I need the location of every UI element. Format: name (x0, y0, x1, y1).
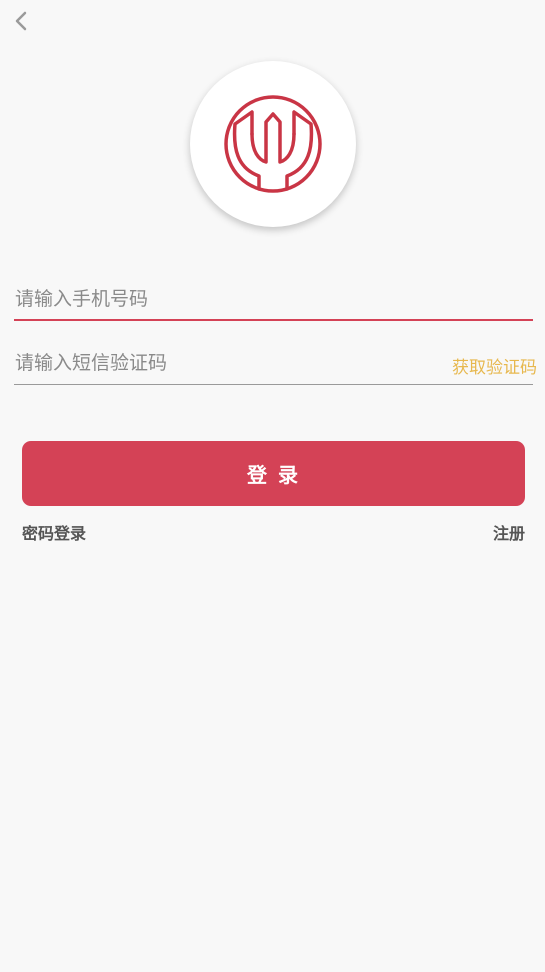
back-button[interactable] (6, 6, 36, 36)
phone-input[interactable] (14, 281, 435, 317)
tulip-fork-logo (224, 95, 322, 193)
sms-code-input[interactable] (14, 345, 435, 381)
app-logo (190, 61, 356, 227)
password-login-link[interactable]: 密码登录 (22, 520, 86, 544)
code-field-group: 获取验证码 (14, 345, 537, 385)
login-button[interactable]: 登 录 (22, 441, 525, 506)
chevron-left-icon (15, 11, 27, 31)
phone-underline (14, 319, 533, 321)
phone-field-group (14, 281, 533, 321)
get-code-button[interactable]: 获取验证码 (452, 353, 537, 378)
code-underline (14, 383, 533, 385)
register-link[interactable]: 注册 (493, 520, 525, 544)
login-page: 获取验证码 登 录 密码登录 注册 (0, 0, 545, 972)
